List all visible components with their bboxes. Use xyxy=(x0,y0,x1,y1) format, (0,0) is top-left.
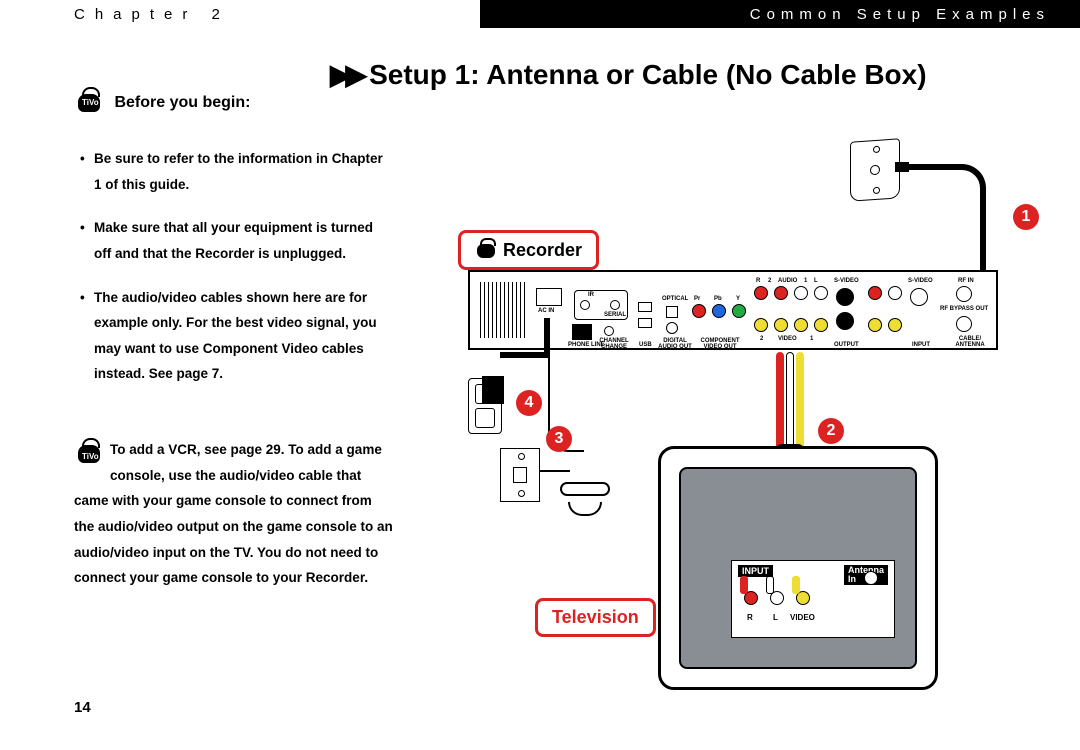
tv-port-label: L xyxy=(773,613,778,622)
port-label: AUDIO xyxy=(778,278,797,284)
header-bar: Chapter 2 Common Setup Examples xyxy=(0,0,1080,28)
section-label: Common Setup Examples xyxy=(480,0,1080,28)
serial-jack-icon xyxy=(610,300,620,310)
audio-in-r-jack xyxy=(868,286,882,300)
tip-bullet: Make sure that all your equipment is tur… xyxy=(74,215,394,266)
callout-3: 3 xyxy=(546,426,572,452)
tip-paragraph: TiVo To add a VCR, see page 29. To add a… xyxy=(74,437,394,591)
av-cable-yellow xyxy=(796,352,804,452)
recorder-label: Recorder xyxy=(458,230,599,270)
video-jack xyxy=(754,318,768,332)
port-label: CHANNEL CHANGE xyxy=(598,338,630,350)
rf-bypass-jack xyxy=(956,316,972,332)
power-cable xyxy=(500,352,550,358)
port-label: OPTICAL xyxy=(662,296,688,302)
port-label: AC IN xyxy=(538,308,554,314)
component-pr-jack xyxy=(692,304,706,318)
tivo-logo-icon xyxy=(475,239,497,261)
av-cable-white xyxy=(786,352,794,452)
video-jack xyxy=(794,318,808,332)
coax-cable xyxy=(896,164,986,284)
port-label: IR xyxy=(588,292,594,298)
phone-wall-jack-icon xyxy=(500,448,540,502)
before-you-begin-heading: Before you begin: xyxy=(114,94,250,112)
audio-r-jack xyxy=(754,286,768,300)
port-label: USB xyxy=(639,342,652,348)
tivo-logo-icon: TiVo xyxy=(74,88,104,118)
tv-antenna-jack xyxy=(864,571,878,585)
page-title: ▶▶Setup 1: Antenna or Cable (No Cable Bo… xyxy=(330,58,927,91)
telephone-icon xyxy=(558,482,612,516)
port-label: RF BYPASS OUT xyxy=(940,306,988,312)
port-label: VIDEO xyxy=(778,336,797,342)
rf-in-jack xyxy=(956,286,972,302)
ir-jack-icon xyxy=(580,300,590,310)
page-number: 14 xyxy=(74,699,91,716)
video-jack xyxy=(814,318,828,332)
component-y-jack xyxy=(732,304,746,318)
tip-bullet: Be sure to refer to the information in C… xyxy=(74,146,394,197)
audio-l-jack xyxy=(814,286,828,300)
component-pb-jack xyxy=(712,304,726,318)
port-label: DIGITAL AUDIO OUT xyxy=(658,338,692,350)
fan-vent-icon xyxy=(480,282,526,338)
av-plug-yellow-icon xyxy=(792,576,800,594)
television-label: Television xyxy=(535,598,656,637)
video-in-jack xyxy=(888,318,902,332)
wall-outlet-icon xyxy=(468,378,502,434)
tv-input-panel: INPUT Antenna In R L VIDEO xyxy=(731,560,895,638)
sidebar: TiVo Before you begin: Be sure to refer … xyxy=(74,88,394,591)
port-label: 2 xyxy=(768,278,771,284)
callout-4: 4 xyxy=(516,390,542,416)
usb-port-icon xyxy=(638,302,652,312)
svideo-in-jack xyxy=(910,288,928,306)
port-label: S-VIDEO xyxy=(834,278,859,284)
fast-forward-icon: ▶▶ xyxy=(330,59,361,90)
phone-port-icon xyxy=(572,324,592,340)
port-label: L xyxy=(814,278,818,284)
svideo-jack-icon xyxy=(836,288,854,306)
wall-jack-icon xyxy=(850,138,900,201)
port-label: 1 xyxy=(810,336,813,342)
digital-audio-jack xyxy=(666,322,678,334)
port-label: RF IN xyxy=(958,278,974,284)
tivo-logo-icon: TiVo xyxy=(74,439,104,469)
port-label: 2 xyxy=(760,336,763,342)
audio-l-jack xyxy=(794,286,808,300)
port-label: INPUT xyxy=(912,342,930,348)
audio-r-jack xyxy=(774,286,788,300)
port-label: 1 xyxy=(804,278,807,284)
phone-cable xyxy=(540,470,570,472)
av-cable-red xyxy=(776,352,784,452)
tv-port-label: R xyxy=(747,613,753,622)
callout-2: 2 xyxy=(818,418,844,444)
port-label: COMPONENT VIDEO OUT xyxy=(692,338,748,350)
ac-port-icon xyxy=(536,288,562,306)
usb-port-icon xyxy=(638,318,652,328)
tv-port-label: VIDEO xyxy=(790,613,815,622)
av-plug-white-icon xyxy=(766,576,774,594)
port-label: SERIAL xyxy=(604,312,626,318)
svideo-jack-icon xyxy=(836,312,854,330)
port-label: OUTPUT xyxy=(834,342,859,348)
chapter-label: Chapter 2 xyxy=(0,0,480,28)
video-jack xyxy=(774,318,788,332)
audio-in-l-jack xyxy=(888,286,902,300)
optical-port-icon xyxy=(666,306,678,318)
port-label: R xyxy=(756,278,760,284)
port-label: S-VIDEO xyxy=(908,278,933,284)
wiring-diagram: 1 Recorder AC IN IR SERIAL PHONE LINE CH… xyxy=(440,120,1040,700)
port-label: Pb xyxy=(714,296,722,302)
port-label: Y xyxy=(736,296,740,302)
port-label: CABLE/ ANTENNA xyxy=(950,336,990,348)
av-plug-red-icon xyxy=(740,576,748,594)
channel-change-jack xyxy=(604,326,614,336)
port-label: Pr xyxy=(694,296,700,302)
tip-bullet: The audio/video cables shown here are fo… xyxy=(74,285,394,388)
callout-1: 1 xyxy=(1013,204,1039,230)
video-in-jack xyxy=(868,318,882,332)
